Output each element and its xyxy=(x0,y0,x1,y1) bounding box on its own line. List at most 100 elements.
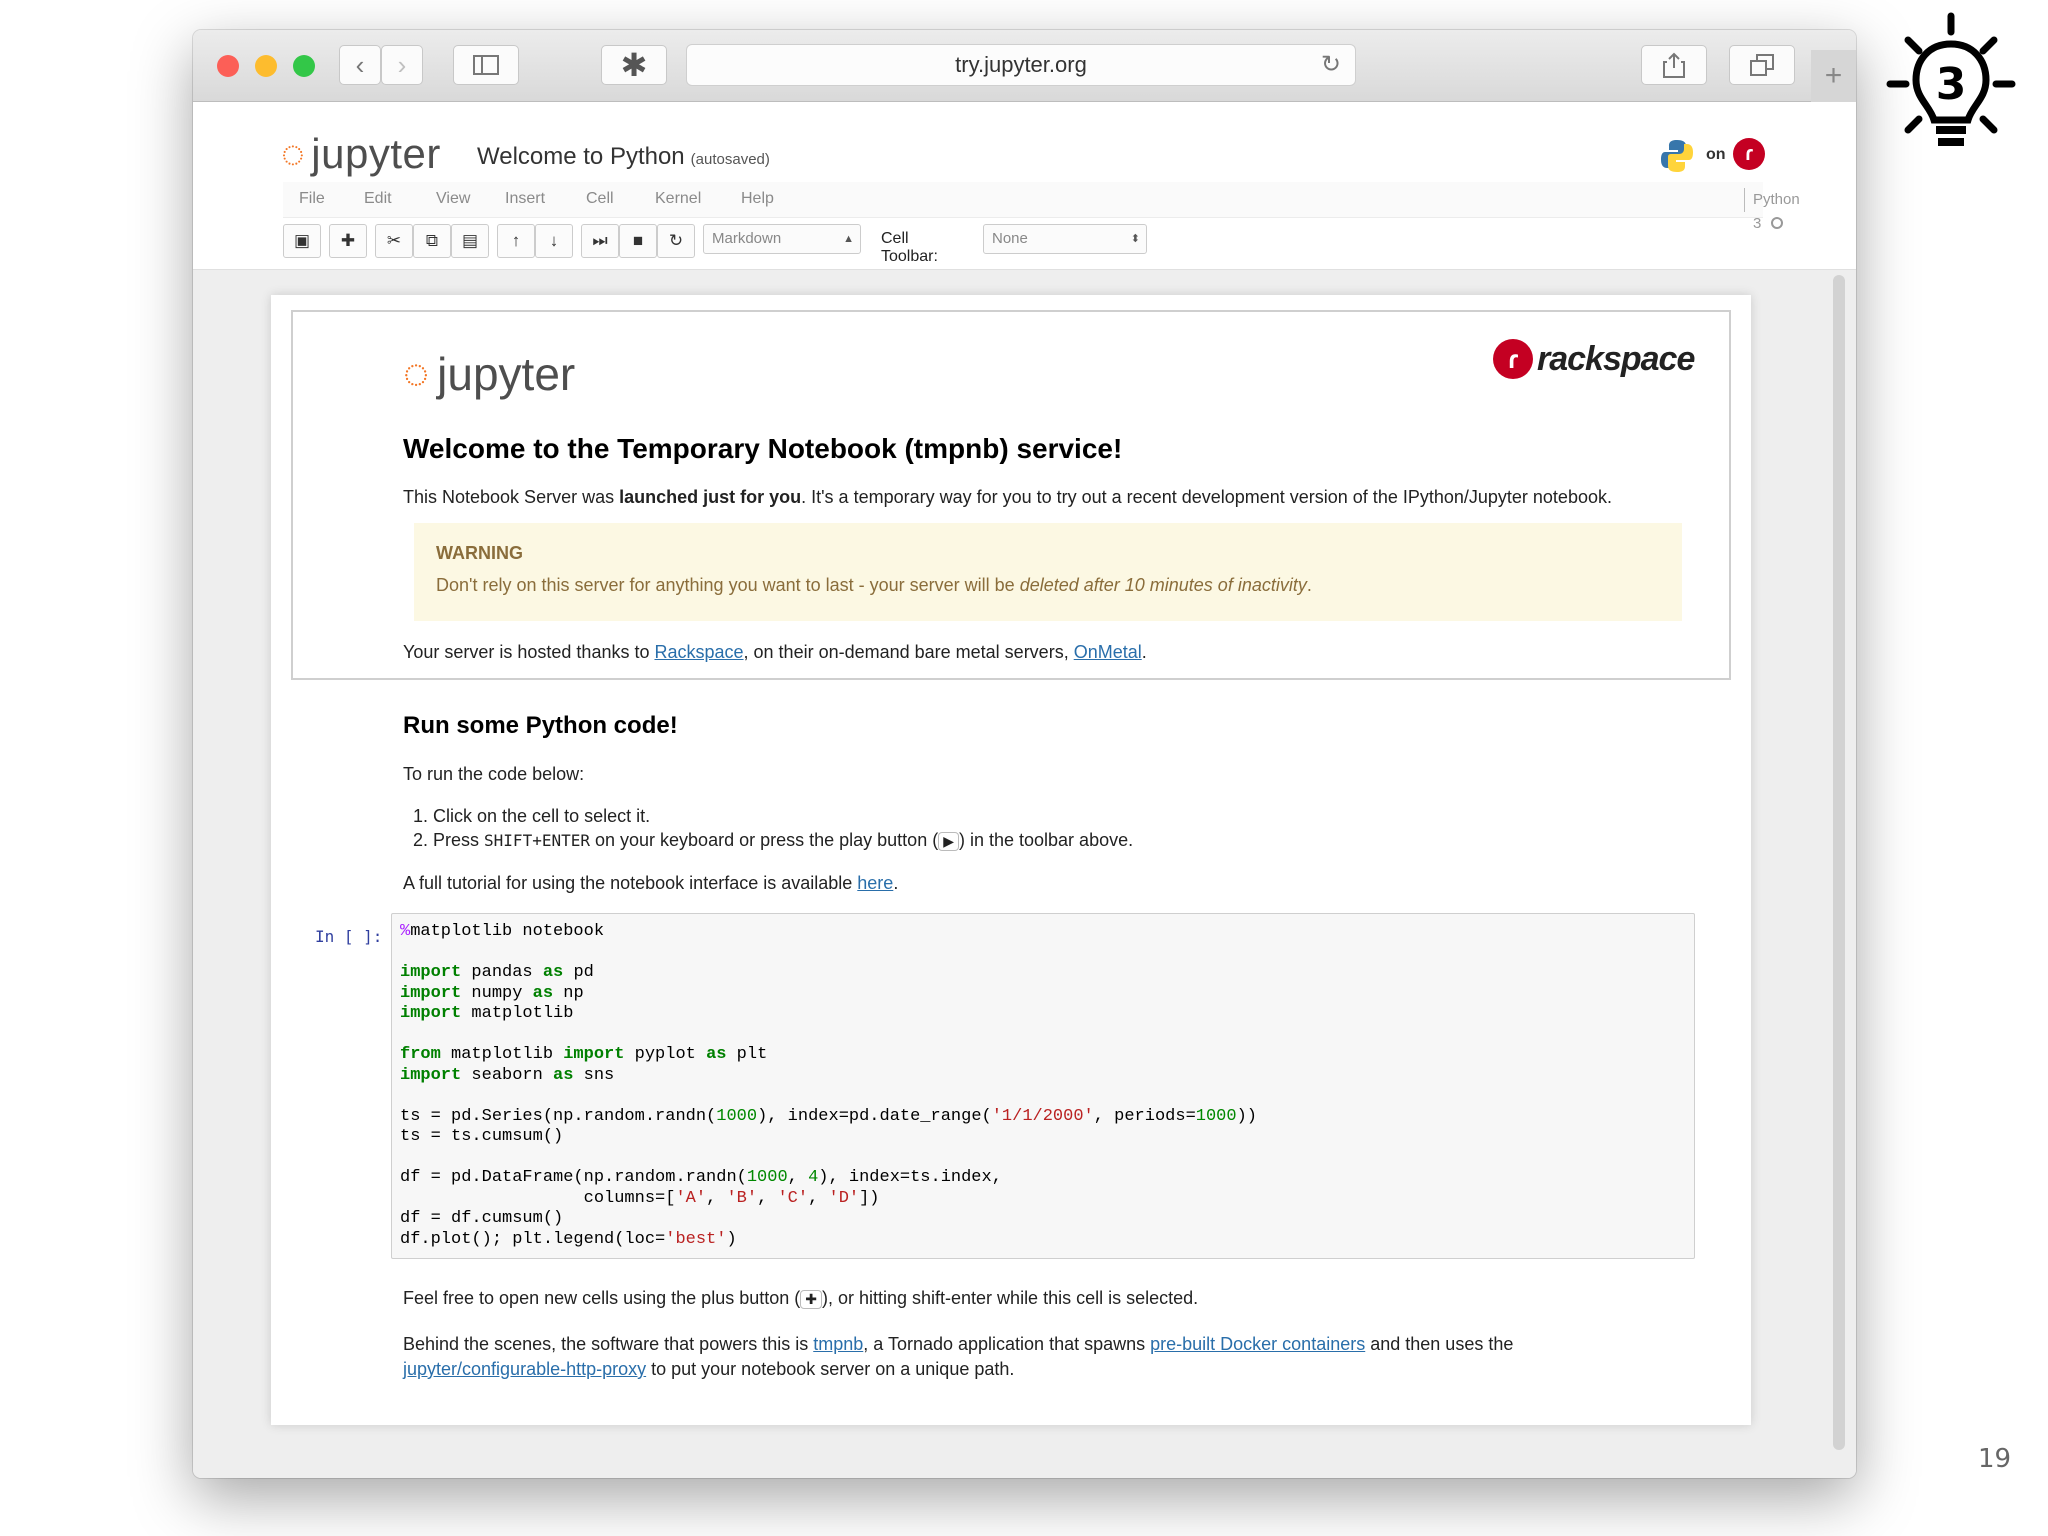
stop-icon: ■ xyxy=(632,231,644,250)
rackspace-icon: ɾ xyxy=(1493,339,1533,379)
run-cell-button[interactable]: ⏭ xyxy=(581,224,619,258)
code-editor[interactable]: %matplotlib notebook import pandas as pd… xyxy=(400,922,1257,1250)
notebook-area: ◌ jupyter ɾ rackspace Welcome to the Tem… xyxy=(193,270,1856,1478)
copy-button[interactable]: ⧉ xyxy=(413,224,451,258)
tabs-icon xyxy=(1750,54,1774,76)
kernel-indicator[interactable]: Python 3 xyxy=(1744,188,1800,232)
scissors-icon: ✂ xyxy=(386,231,402,250)
welcome-heading: Welcome to the Temporary Notebook (tmpnb… xyxy=(403,433,1123,464)
paste-button[interactable]: ▤ xyxy=(451,224,489,258)
warning-title: WARNING xyxy=(436,543,523,563)
sidebar-icon xyxy=(473,55,499,75)
hosting-paragraph: Your server is hosted thanks to Rackspac… xyxy=(403,642,1147,662)
menu-kernel[interactable]: Kernel xyxy=(655,190,701,208)
run-code-heading: Run some Python code! xyxy=(403,712,678,739)
move-up-button[interactable]: ↑ xyxy=(497,224,535,258)
slide-page-number: 19 xyxy=(1978,1444,2012,1474)
minimize-window-button[interactable] xyxy=(255,55,277,77)
vertical-scrollbar[interactable] xyxy=(1833,275,1845,1450)
select-arrows-icon: ▲ xyxy=(843,233,854,245)
back-button[interactable]: ‹ xyxy=(339,45,381,85)
cell-toolbar-select[interactable]: None ⬍ xyxy=(983,224,1147,254)
tutorial-link[interactable]: here xyxy=(857,873,893,893)
menu-insert[interactable]: Insert xyxy=(505,190,545,208)
address-bar[interactable]: try.jupyter.org ↻ xyxy=(686,44,1356,86)
jupyter-orb-icon: ◌ xyxy=(403,349,430,398)
extension-button[interactable]: ✱ xyxy=(601,45,667,85)
jupyter-logo[interactable]: ◌ jupyter xyxy=(281,130,441,178)
cell-toolbar-label: Cell Toolbar: xyxy=(881,230,938,265)
kernel-status-icon xyxy=(1771,217,1784,229)
notebook-title[interactable]: Welcome to Python (autosaved) xyxy=(477,143,770,171)
onmetal-link[interactable]: OnMetal xyxy=(1074,642,1142,662)
lightbulb-badge-icon: 3 xyxy=(1886,12,2016,146)
save-icon: ▣ xyxy=(293,231,311,250)
select-arrows-icon: ⬍ xyxy=(1130,233,1140,245)
forward-button[interactable]: › xyxy=(381,45,423,85)
browser-window: ‹ › ✱ try.jupyter.org ↻ + ◌ jupyter Welc… xyxy=(193,30,1856,1478)
warning-text: Don't rely on this server for anything y… xyxy=(436,575,1312,595)
save-button[interactable]: ▣ xyxy=(283,224,321,258)
plus-icon: ✚ xyxy=(340,231,356,250)
menu-file[interactable]: File xyxy=(299,190,325,208)
close-window-button[interactable] xyxy=(217,55,239,77)
menu-cell[interactable]: Cell xyxy=(586,190,614,208)
tmpnb-link[interactable]: tmpnb xyxy=(813,1334,863,1354)
move-down-button[interactable]: ↓ xyxy=(535,224,573,258)
http-proxy-link[interactable]: jupyter/configurable-http-proxy xyxy=(403,1359,646,1379)
show-tabs-button[interactable] xyxy=(1729,45,1795,85)
restart-button[interactable]: ↻ xyxy=(657,224,695,258)
python-logo-icon xyxy=(1661,140,1693,172)
menu-view[interactable]: View xyxy=(436,190,470,208)
interrupt-button[interactable]: ■ xyxy=(619,224,657,258)
autosave-status: (autosaved) xyxy=(690,151,770,168)
run-intro-text: To run the code below: xyxy=(403,764,585,784)
warning-box: WARNING Don't rely on this server for an… xyxy=(414,523,1682,621)
insert-cell-button[interactable]: ✚ xyxy=(329,224,367,258)
jupyter-header: ◌ jupyter Welcome to Python (autosaved) o… xyxy=(193,102,1856,270)
new-tab-button[interactable]: + xyxy=(1811,50,1856,102)
jupyter-logo-large: ◌ jupyter xyxy=(403,348,576,400)
reload-icon[interactable]: ↻ xyxy=(1321,45,1341,85)
docker-containers-link[interactable]: pre-built Docker containers xyxy=(1150,1334,1365,1354)
url-text: try.jupyter.org xyxy=(955,52,1087,77)
share-button[interactable] xyxy=(1641,45,1707,85)
tutorial-paragraph: A full tutorial for using the notebook i… xyxy=(403,873,899,893)
badge-number: 3 xyxy=(1936,59,1967,110)
zoom-window-button[interactable] xyxy=(293,55,315,77)
step-forward-icon: ⏭ xyxy=(592,231,608,250)
input-prompt: In [ ]: xyxy=(315,927,383,946)
restart-icon: ↻ xyxy=(668,231,684,250)
copy-icon: ⧉ xyxy=(425,231,439,250)
instruction-step-2: 2. Press SHIFT+ENTER on your keyboard or… xyxy=(413,830,1134,851)
intro-paragraph: This Notebook Server was launched just f… xyxy=(403,487,1612,507)
plus-icon: + xyxy=(1824,59,1843,92)
arrow-up-icon: ↑ xyxy=(511,231,521,250)
share-icon xyxy=(1663,52,1685,78)
on-label: on xyxy=(1706,146,1726,163)
play-icon: ▶ xyxy=(938,832,959,851)
instruction-step-1: 1. Click on the cell to select it. xyxy=(413,806,651,826)
puzzle-icon: ✱ xyxy=(620,47,648,83)
code-cell[interactable]: %matplotlib notebook import pandas as pd… xyxy=(391,913,1695,1259)
cell-type-select[interactable]: Markdown ▲ xyxy=(703,224,861,254)
plus-icon: ✚ xyxy=(800,1290,822,1309)
rackspace-link[interactable]: Rackspace xyxy=(654,642,743,662)
chevron-right-icon: › xyxy=(397,49,407,80)
cut-button[interactable]: ✂ xyxy=(375,224,413,258)
new-cells-paragraph: Feel free to open new cells using the pl… xyxy=(403,1288,1199,1309)
notebook-page: ◌ jupyter ɾ rackspace Welcome to the Tem… xyxy=(271,295,1751,1425)
behind-scenes-paragraph: Behind the scenes, the software that pow… xyxy=(403,1334,1514,1379)
menu-bar: File Edit View Insert Cell Kernel Help P… xyxy=(283,182,1800,232)
chevron-left-icon: ‹ xyxy=(355,49,365,80)
rackspace-logo: ɾ rackspace xyxy=(1493,339,1695,379)
shift-enter-key: SHIFT+ENTER xyxy=(484,831,590,850)
paste-icon: ▤ xyxy=(461,231,479,250)
menu-help[interactable]: Help xyxy=(741,190,774,208)
rackspace-small-logo-icon: ɾ xyxy=(1733,138,1765,170)
menu-edit[interactable]: Edit xyxy=(364,190,392,208)
jupyter-orb-icon: ◌ xyxy=(281,131,306,176)
arrow-down-icon: ↓ xyxy=(549,231,559,250)
sidebar-toggle-button[interactable] xyxy=(453,45,519,85)
browser-titlebar: ‹ › ✱ try.jupyter.org ↻ + xyxy=(193,30,1856,102)
